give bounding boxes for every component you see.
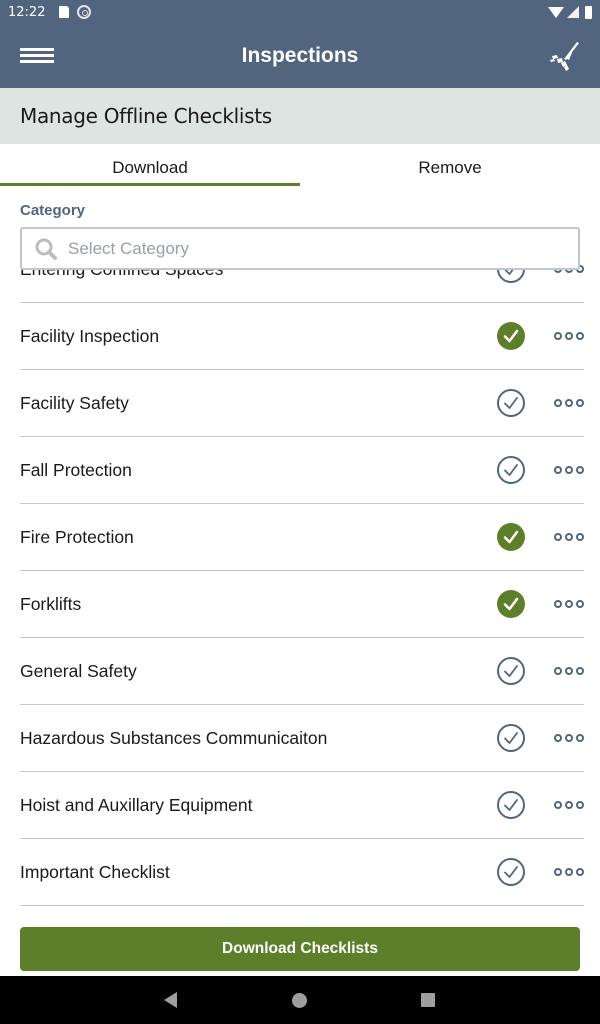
section-title: Manage Offline Checklists <box>20 104 272 128</box>
list-item[interactable]: Fire Protection <box>20 504 584 571</box>
category-search-box[interactable] <box>20 227 580 270</box>
nav-recents-icon[interactable] <box>421 993 435 1007</box>
list-item[interactable]: Facility Inspection <box>20 303 584 370</box>
list-item[interactable]: Hazardous Substances Communicaiton <box>20 705 584 772</box>
tab-remove[interactable]: Remove <box>300 144 600 188</box>
more-options-icon[interactable] <box>554 665 584 677</box>
page-title: Inspections <box>241 44 359 67</box>
more-options-icon[interactable] <box>554 866 584 878</box>
downloaded-check-icon[interactable] <box>496 522 526 552</box>
category-search-input[interactable] <box>68 238 548 259</box>
more-options-icon[interactable] <box>554 799 584 811</box>
nav-back-icon[interactable] <box>164 992 177 1008</box>
tab-bar: Download Remove <box>0 144 600 188</box>
nav-home-icon[interactable] <box>292 993 307 1008</box>
section-header: Manage Offline Checklists <box>0 88 600 144</box>
downloaded-check-icon[interactable] <box>496 321 526 351</box>
category-label: Category <box>20 202 86 219</box>
list-item[interactable]: Facility Safety <box>20 370 584 437</box>
signal-icon <box>567 6 579 18</box>
status-bar: 12:22 <box>0 0 600 24</box>
list-item[interactable]: Fall Protection <box>20 437 584 504</box>
list-item[interactable]: Forklifts <box>20 571 584 638</box>
wifi-icon <box>548 6 564 18</box>
list-item[interactable]: Hoist and Auxillary Equipment <box>20 772 584 839</box>
search-icon <box>35 238 57 260</box>
more-options-icon[interactable] <box>554 464 584 476</box>
app-bar: Inspections <box>0 24 600 88</box>
hamburger-menu-icon[interactable] <box>20 48 54 64</box>
not-downloaded-check-icon[interactable] <box>496 388 526 418</box>
status-time: 12:22 <box>8 4 46 20</box>
more-options-icon[interactable] <box>554 397 584 409</box>
system-nav-bar <box>0 976 600 1024</box>
checklist-logo-icon[interactable] <box>544 38 582 74</box>
more-options-icon[interactable] <box>554 732 584 744</box>
more-options-icon[interactable] <box>554 531 584 543</box>
sd-card-icon <box>59 6 70 18</box>
battery-icon <box>585 5 592 19</box>
not-downloaded-check-icon[interactable] <box>496 656 526 686</box>
list-item[interactable]: Important Checklist <box>20 839 584 906</box>
not-downloaded-check-icon[interactable] <box>496 857 526 887</box>
checklist-list[interactable]: Entering Confined SpacesFacility Inspect… <box>0 236 600 908</box>
download-checklists-button[interactable]: Download Checklists <box>20 927 580 971</box>
downloaded-check-icon[interactable] <box>496 589 526 619</box>
list-item[interactable]: General Safety <box>20 638 584 705</box>
not-downloaded-check-icon[interactable] <box>496 723 526 753</box>
not-downloaded-check-icon[interactable] <box>496 455 526 485</box>
not-downloaded-check-icon[interactable] <box>496 790 526 820</box>
more-options-icon[interactable] <box>554 598 584 610</box>
tab-download[interactable]: Download <box>0 144 300 188</box>
sync-icon <box>77 5 92 19</box>
more-options-icon[interactable] <box>554 330 584 342</box>
